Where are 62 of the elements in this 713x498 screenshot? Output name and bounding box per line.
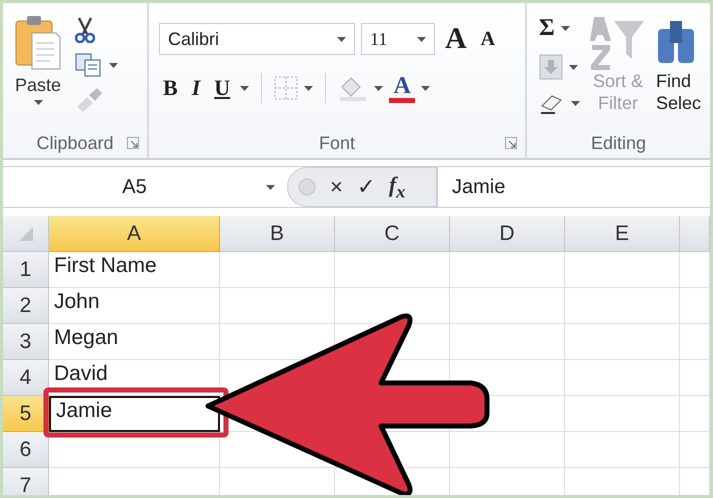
table-cell	[680, 252, 710, 288]
autosum-button[interactable]: Σ	[539, 15, 555, 42]
table-cell	[680, 432, 710, 468]
table-cell	[680, 396, 710, 432]
table-cell: David	[49, 360, 220, 396]
find-select-button[interactable]: Find Selec	[656, 15, 702, 128]
caret-icon[interactable]	[421, 86, 430, 90]
row-header[interactable]: 4	[3, 360, 49, 396]
column-header[interactable]: D	[450, 216, 565, 252]
column-header[interactable]: E	[565, 216, 680, 252]
font-name-field[interactable]: Calibri	[159, 23, 355, 55]
caret-icon[interactable]	[240, 86, 250, 90]
fill-color-icon[interactable]	[338, 75, 368, 101]
column-header[interactable]: C	[335, 216, 450, 252]
triangle-icon	[18, 226, 32, 240]
caret-icon[interactable]	[34, 100, 43, 105]
group-label: Font	[318, 132, 356, 154]
caret-icon[interactable]	[374, 86, 384, 90]
insert-function-button[interactable]: f$_{x}$	[388, 172, 406, 202]
caret-icon[interactable]	[571, 100, 580, 106]
group-label: Editing	[590, 132, 646, 154]
scissors-icon[interactable]	[75, 17, 96, 43]
caret-icon[interactable]	[560, 26, 570, 31]
dialog-launcher-icon[interactable]	[505, 137, 517, 149]
table-cell	[680, 360, 710, 396]
row-header[interactable]: 1	[3, 252, 49, 288]
table-cell: John	[49, 288, 220, 324]
group-label: Clipboard	[36, 132, 114, 154]
shrink-font-button[interactable]: A	[476, 29, 500, 49]
table-cell: Jamie	[49, 396, 220, 432]
enter-button[interactable]: ✓	[356, 174, 375, 200]
clipboard-icon	[15, 15, 62, 71]
row-header[interactable]: 2	[3, 288, 49, 324]
row-header[interactable]: 6	[3, 432, 49, 468]
column-header[interactable]: A	[49, 216, 220, 252]
italic-button[interactable]: I	[188, 77, 204, 99]
table-cell	[680, 288, 710, 324]
table-cell	[680, 324, 710, 360]
grow-font-button[interactable]: A	[441, 24, 471, 54]
bold-button[interactable]: B	[159, 77, 182, 99]
font-color-button[interactable]: A	[389, 74, 416, 102]
table-cell: Megan	[49, 324, 220, 360]
paste-button[interactable]: Paste	[15, 15, 62, 128]
caret-icon[interactable]	[569, 64, 578, 70]
formula-field[interactable]: Jamie	[437, 167, 710, 207]
font-size-field[interactable]: 11	[361, 23, 435, 55]
caret-icon[interactable]	[417, 36, 426, 42]
name-box[interactable]: A5	[3, 167, 287, 207]
caret-icon[interactable]	[304, 86, 314, 90]
column-header[interactable]: B	[220, 216, 335, 252]
copy-icon[interactable]	[75, 53, 104, 77]
sort-filter-icon	[590, 15, 646, 71]
dialog-launcher-icon[interactable]	[127, 137, 139, 149]
caret-icon[interactable]	[266, 184, 275, 190]
caret-icon[interactable]	[337, 36, 346, 42]
table-cell: First Name	[49, 252, 220, 288]
cancel-button[interactable]: ×	[330, 174, 343, 200]
underline-button[interactable]: U	[210, 77, 234, 99]
row-header[interactable]: 7	[3, 468, 49, 495]
circle-icon	[298, 178, 316, 196]
caret-icon[interactable]	[109, 62, 118, 68]
row-header[interactable]: 3	[3, 324, 49, 360]
